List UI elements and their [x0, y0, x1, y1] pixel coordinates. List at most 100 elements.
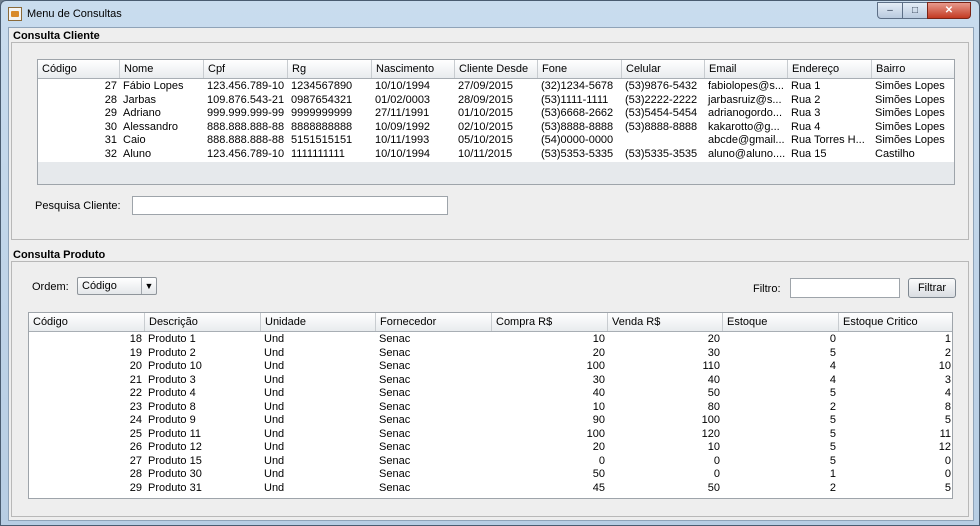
- table-cell: 20: [129, 360, 142, 372]
- search-client-input[interactable]: [132, 196, 448, 215]
- filter-button[interactable]: Filtrar: [908, 278, 956, 298]
- table-cell: Produto 2: [148, 346, 196, 359]
- table-row[interactable]: 23 Produto 8 Und Senac 10 80 2 8: [29, 401, 952, 415]
- table-cell: Und: [264, 373, 285, 386]
- filter-label: Filtro:: [753, 283, 781, 295]
- table-cell: Caio: [123, 134, 146, 146]
- chevron-down-icon[interactable]: ▼: [141, 278, 156, 294]
- table-row[interactable]: 19 Produto 2 Und Senac 20 30 5 2: [29, 347, 952, 361]
- column-header[interactable]: Fornecedor: [376, 313, 492, 331]
- table-row[interactable]: 29 Produto 31 Und Senac 45 50 2 5: [29, 482, 952, 496]
- column-header[interactable]: Código: [38, 60, 120, 78]
- table-row[interactable]: 32 Aluno 123.456.789-10 1111111111 10/10/199…: [38, 148, 954, 162]
- column-header[interactable]: Fone: [538, 60, 622, 78]
- table-cell: (53)2222-2222: [625, 93, 698, 106]
- table-cell: Simões Lopes: [875, 80, 945, 92]
- table-cell: 01/10/2015: [458, 107, 514, 119]
- column-header[interactable]: Compra R$: [492, 313, 608, 331]
- column-header[interactable]: Descrição: [145, 313, 261, 331]
- table-row[interactable]: 27 Produto 15 Und Senac 0 0 5 0: [29, 455, 952, 469]
- table-cell: (53)9876-5432: [625, 80, 698, 92]
- table-cell: 5: [829, 414, 836, 426]
- table-cell: 18: [129, 333, 142, 345]
- order-select[interactable]: Código ▼: [77, 277, 157, 295]
- table-row[interactable]: 25 Produto 11 Und Senac 100 120 5 11: [29, 428, 952, 442]
- column-header[interactable]: Bairro: [872, 60, 954, 78]
- table-cell: Senac: [379, 468, 411, 480]
- table-cell: 12: [938, 441, 951, 453]
- table-cell: Rua 4: [791, 120, 821, 133]
- maximize-button[interactable]: □: [902, 2, 928, 19]
- table-row[interactable]: 29 Adriano 999.999.999-99 9999999999 27/11/1…: [38, 107, 954, 121]
- column-header[interactable]: Endereço: [788, 60, 872, 78]
- column-header[interactable]: Estoque: [723, 313, 839, 331]
- table-cell: 28: [104, 93, 117, 106]
- close-button[interactable]: ✕: [927, 2, 971, 19]
- table-row[interactable]: 31 Caio 888.888.888-88 5151515151 10/11/1993…: [38, 134, 954, 148]
- title-bar[interactable]: Menu de Consultas – □ ✕: [1, 1, 979, 27]
- table-row[interactable]: 28 Jarbas 109.876.543-21 0987654321 01/02/00…: [38, 94, 954, 108]
- table-cell: 3: [944, 373, 951, 386]
- table-cell: Rua 1: [791, 80, 821, 92]
- search-client-label: Pesquisa Cliente:: [35, 200, 121, 212]
- table-row[interactable]: 30 Alessandro 888.888.888-88 8888888888 10/0…: [38, 121, 954, 135]
- table-cell: 11: [939, 427, 951, 440]
- filter-input[interactable]: [790, 278, 900, 298]
- table-row[interactable]: 18 Produto 1 Und Senac 10 20 0 1: [29, 333, 952, 347]
- column-header[interactable]: Venda R$: [608, 313, 723, 331]
- column-header[interactable]: Cliente Desde: [455, 60, 538, 78]
- table-cell: 25: [129, 427, 142, 440]
- table-cell: Senac: [379, 373, 411, 386]
- column-header[interactable]: Rg: [288, 60, 372, 78]
- section-title-produtos: Consulta Produto: [13, 249, 106, 261]
- table-cell: 29: [104, 107, 117, 119]
- column-header[interactable]: Nome: [120, 60, 204, 78]
- table-cell: 10/10/1994: [375, 147, 431, 160]
- column-header[interactable]: Estoque Critico: [839, 313, 952, 331]
- table-cell: aluno@aluno....: [708, 147, 786, 160]
- table-cell: 19: [129, 346, 142, 359]
- table-cell: Aluno: [123, 147, 152, 160]
- table-cell: Simões Lopes: [875, 93, 945, 106]
- table-cell: 5: [944, 481, 951, 494]
- column-header[interactable]: Unidade: [261, 313, 376, 331]
- column-header[interactable]: Cpf: [204, 60, 288, 78]
- table-cell: Simões Lopes: [875, 134, 945, 146]
- table-cell: 40: [592, 387, 605, 399]
- table-cell: 5151515151: [291, 134, 353, 146]
- table-cell: 50: [592, 468, 605, 480]
- table-cell: 4: [829, 360, 836, 372]
- table-row[interactable]: 28 Produto 30 Und Senac 50 0 1 0: [29, 468, 952, 482]
- table-row[interactable]: 26 Produto 12 Und Senac 20 10 5 12: [29, 441, 952, 455]
- table-cell: 40: [707, 373, 720, 386]
- table-cell: Produto 15: [148, 454, 202, 467]
- table-cell: (53)8888-8888: [541, 120, 614, 133]
- column-header[interactable]: Código: [29, 313, 145, 331]
- column-header[interactable]: Nascimento: [372, 60, 455, 78]
- column-header[interactable]: Celular: [622, 60, 705, 78]
- table-row[interactable]: 22 Produto 4 Und Senac 40 50 5 4: [29, 387, 952, 401]
- table-cell: 10: [938, 360, 951, 372]
- table-cell: 02/10/2015: [458, 120, 514, 133]
- minimize-button[interactable]: –: [877, 2, 903, 19]
- column-header[interactable]: Email: [705, 60, 788, 78]
- produtos-table[interactable]: Código Descrição Unidade Fornecedor Compra R…: [28, 312, 953, 499]
- table-cell: 29: [129, 481, 142, 494]
- table-cell: 20: [592, 346, 605, 359]
- table-row[interactable]: 24 Produto 9 Und Senac 90 100 5 5: [29, 414, 952, 428]
- table-cell: Produto 1: [148, 333, 196, 345]
- table-cell: 10/09/1992: [375, 120, 431, 133]
- table-row[interactable]: 20 Produto 10 Und Senac 100 110 4 10: [29, 360, 952, 374]
- table-cell: Simões Lopes: [875, 120, 945, 133]
- table-empty-area: [38, 162, 954, 184]
- clientes-table[interactable]: Código Nome Cpf Rg Nascimento Cliente Desde Fo…: [37, 59, 955, 185]
- table-cell: 10/11/1993: [375, 134, 430, 146]
- table-cell: 0987654321: [291, 93, 353, 106]
- table-cell: 5: [944, 414, 951, 426]
- table-cell: Senac: [379, 400, 411, 413]
- table-row[interactable]: 21 Produto 3 Und Senac 30 40 4 3: [29, 374, 952, 388]
- table-cell: 30: [104, 120, 117, 133]
- table-row[interactable]: 27 Fábio Lopes 123.456.789-10 1234567890 10/…: [38, 80, 954, 94]
- table-cell: 0: [829, 333, 836, 345]
- window-title: Menu de Consultas: [27, 8, 122, 20]
